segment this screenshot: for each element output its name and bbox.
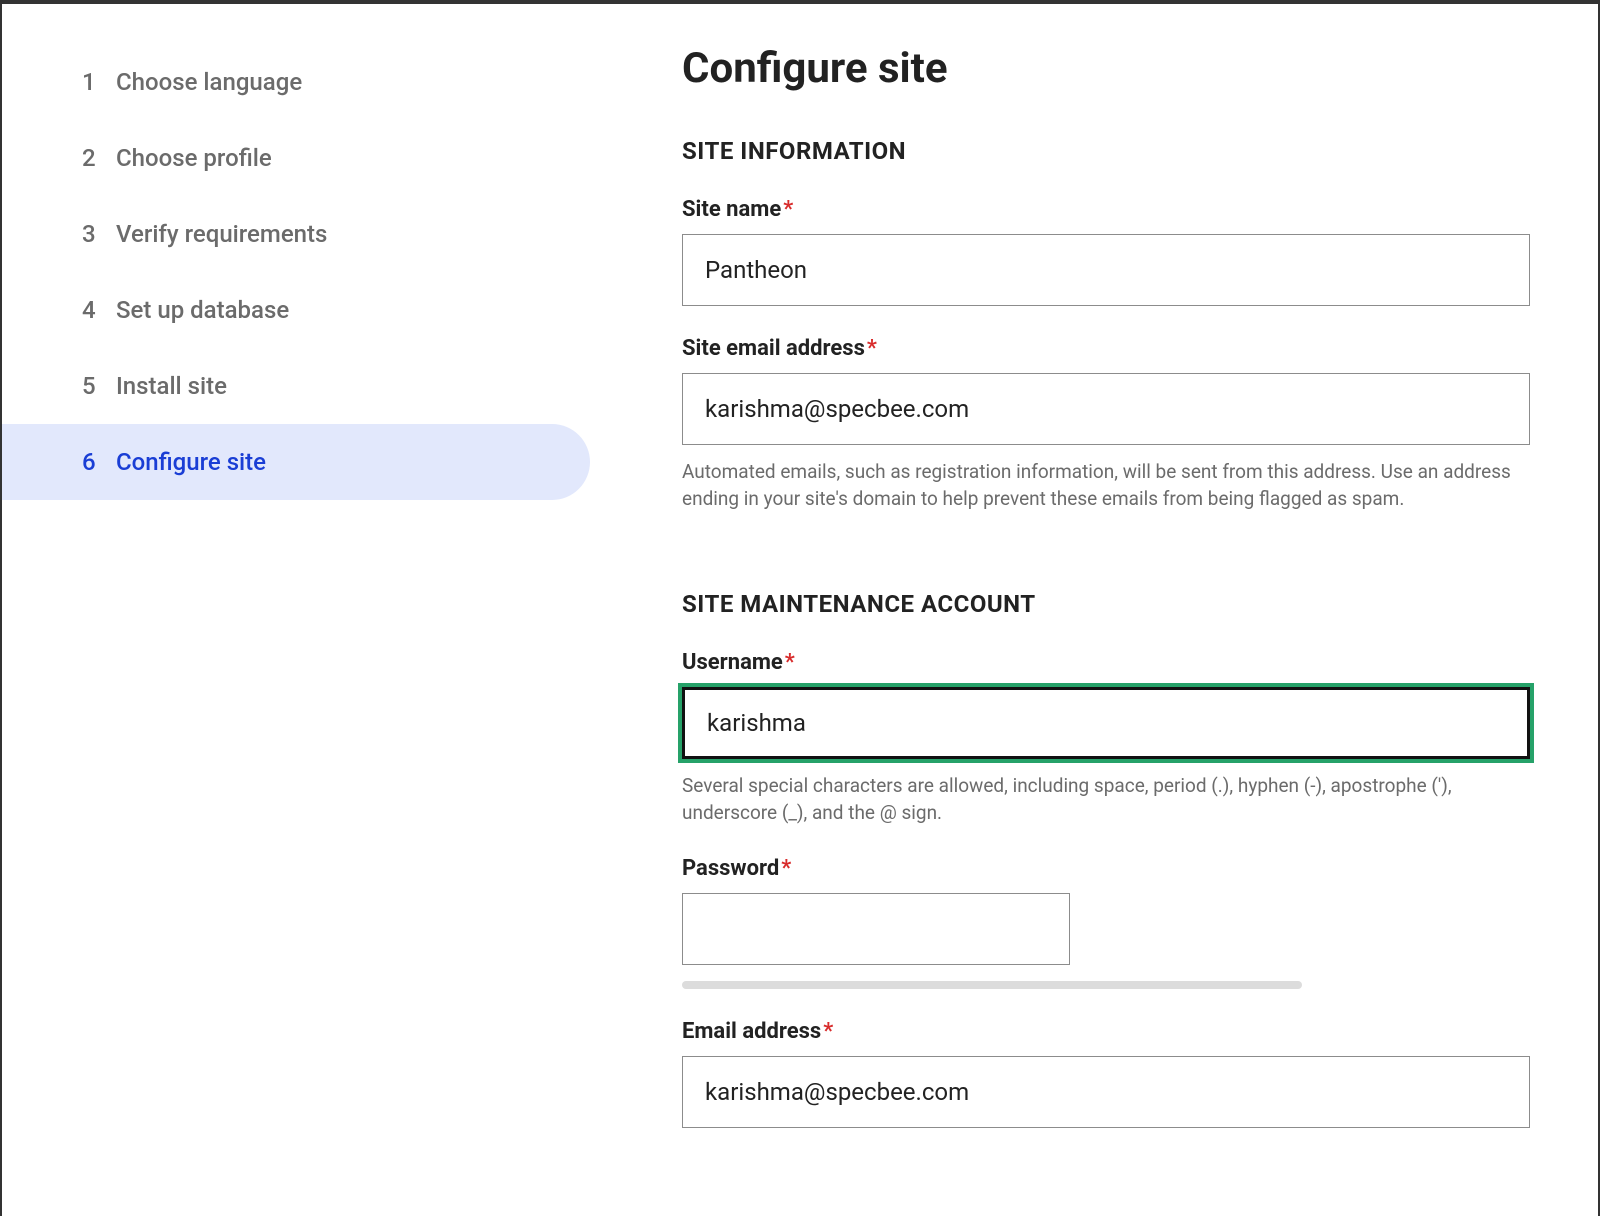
- username-input[interactable]: [682, 687, 1530, 759]
- step-choose-language: 1 Choose language: [2, 44, 590, 120]
- section-heading-maintenance-account: SITE MAINTENANCE ACCOUNT: [682, 590, 1538, 618]
- form-group-password: Password*: [682, 856, 1538, 989]
- email-label: Email address*: [682, 1019, 1538, 1044]
- form-group-username: Username* Several special characters are…: [682, 650, 1538, 826]
- main-content: Configure site SITE INFORMATION Site nam…: [590, 4, 1598, 1216]
- site-email-help: Automated emails, such as registration i…: [682, 459, 1530, 512]
- required-marker: *: [823, 1019, 833, 1044]
- step-verify-requirements: 3 Verify requirements: [2, 196, 590, 272]
- username-help: Several special characters are allowed, …: [682, 773, 1530, 826]
- step-label: Install site: [116, 372, 227, 400]
- form-group-email: Email address*: [682, 1019, 1538, 1128]
- step-label: Verify requirements: [116, 220, 327, 248]
- step-label: Choose profile: [116, 144, 272, 172]
- step-number: 2: [82, 144, 112, 172]
- step-label: Choose language: [116, 68, 302, 96]
- label-text: Site name: [682, 197, 781, 222]
- step-setup-database: 4 Set up database: [2, 272, 590, 348]
- form-group-site-email: Site email address* Automated emails, su…: [682, 336, 1538, 512]
- email-input[interactable]: [682, 1056, 1530, 1128]
- site-name-input[interactable]: [682, 234, 1530, 306]
- label-text: Username: [682, 650, 783, 675]
- site-name-label: Site name*: [682, 197, 1538, 222]
- password-strength-bar: [682, 981, 1302, 989]
- step-label: Set up database: [116, 296, 289, 324]
- step-number: 5: [82, 372, 112, 400]
- site-email-input[interactable]: [682, 373, 1530, 445]
- step-label: Configure site: [116, 448, 266, 476]
- step-number: 3: [82, 220, 112, 248]
- required-marker: *: [867, 336, 877, 361]
- required-marker: *: [785, 650, 795, 675]
- label-text: Password: [682, 856, 779, 881]
- step-number: 1: [82, 68, 112, 96]
- page-title: Configure site: [682, 44, 1538, 93]
- required-marker: *: [781, 856, 791, 881]
- install-steps-sidebar: 1 Choose language 2 Choose profile 3 Ver…: [2, 4, 590, 1216]
- step-number: 4: [82, 296, 112, 324]
- required-marker: *: [783, 197, 793, 222]
- label-text: Site email address: [682, 336, 865, 361]
- password-label: Password*: [682, 856, 1538, 881]
- username-label: Username*: [682, 650, 1538, 675]
- step-install-site: 5 Install site: [2, 348, 590, 424]
- password-input[interactable]: [682, 893, 1070, 965]
- section-heading-site-info: SITE INFORMATION: [682, 137, 1538, 165]
- site-email-label: Site email address*: [682, 336, 1538, 361]
- step-choose-profile: 2 Choose profile: [2, 120, 590, 196]
- step-number: 6: [82, 448, 112, 476]
- step-configure-site: 6 Configure site: [2, 424, 590, 500]
- label-text: Email address: [682, 1019, 821, 1044]
- form-group-site-name: Site name*: [682, 197, 1538, 306]
